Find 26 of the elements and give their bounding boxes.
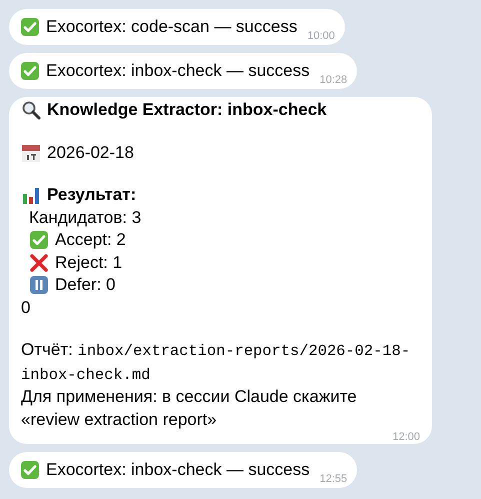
report-path-text: Отчёт: inbox/extraction-reports/2026-02-18-inbox-check.md [21, 339, 412, 386]
search-icon [21, 100, 41, 120]
message-text: Для применения: в сессии Claude скажите «review extraction report» [21, 386, 358, 430]
message-time: 10:00 [307, 30, 335, 42]
message-text: Defer: 0 [55, 274, 116, 296]
pause-icon [29, 275, 49, 296]
calendar-icon [21, 142, 41, 163]
message-text: 0 [21, 296, 30, 318]
bar-chart-icon [21, 185, 41, 206]
message-text: Exocortex: code-scan — success [46, 17, 298, 37]
message-time: 10:28 [320, 74, 348, 86]
message-text: Reject: 1 [55, 252, 122, 274]
message-text: Кандидатов: 3 [29, 206, 142, 228]
message-time: 12:55 [320, 473, 348, 485]
check-icon [20, 460, 40, 480]
cross-icon [29, 252, 49, 273]
message-text: Exocortex: inbox-check — success [46, 61, 310, 81]
message-text: 2026-02-18 [47, 142, 134, 164]
check-icon [20, 17, 40, 37]
check-icon [20, 61, 40, 81]
message-heading: Результат: [47, 184, 136, 206]
message-text: Exocortex: inbox-check — success [46, 460, 310, 480]
message-heading: Knowledge Extractor: inbox-check [47, 99, 327, 121]
message-text: Accept: 2 [55, 229, 126, 251]
message-time: 12:00 [392, 431, 420, 443]
check-icon [29, 230, 49, 250]
